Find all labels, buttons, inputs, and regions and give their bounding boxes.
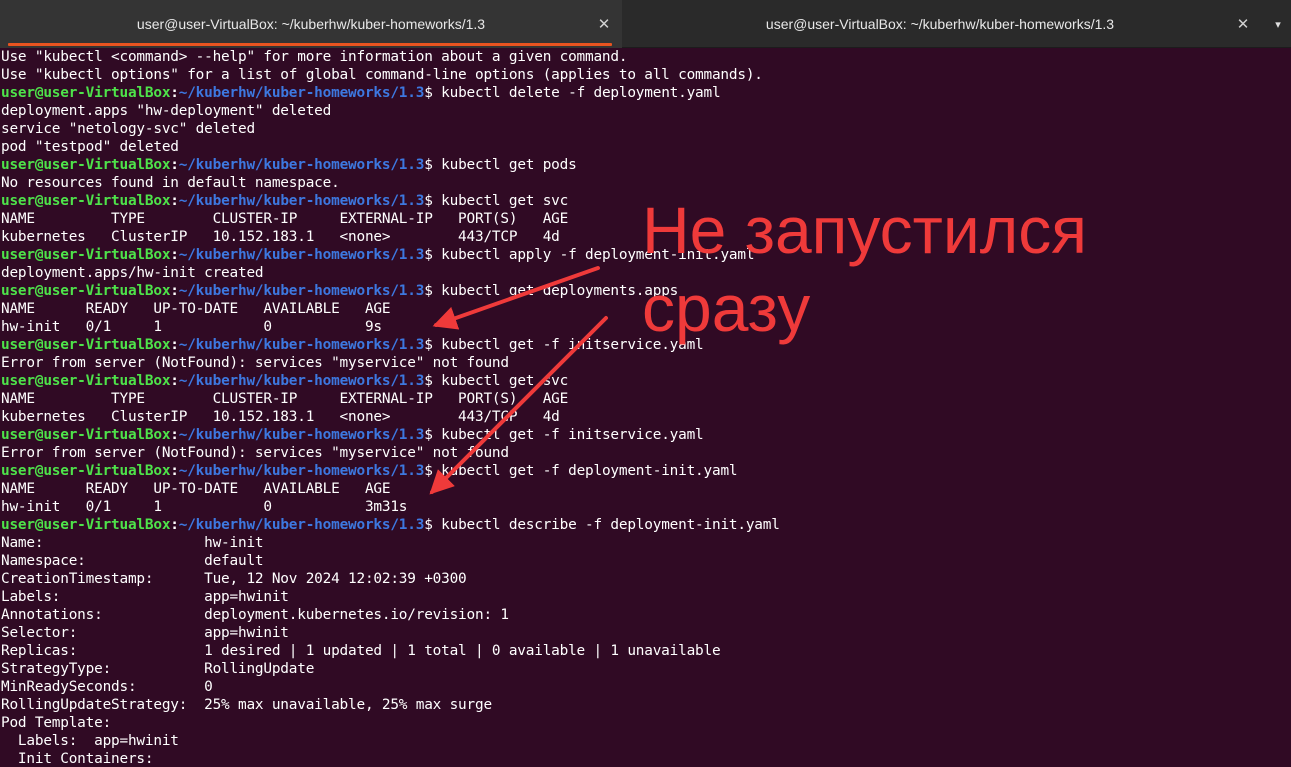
annotation-arrows: [429, 266, 608, 495]
arrow-to-9s: [432, 266, 600, 330]
arrow-to-3m31s: [429, 316, 608, 495]
